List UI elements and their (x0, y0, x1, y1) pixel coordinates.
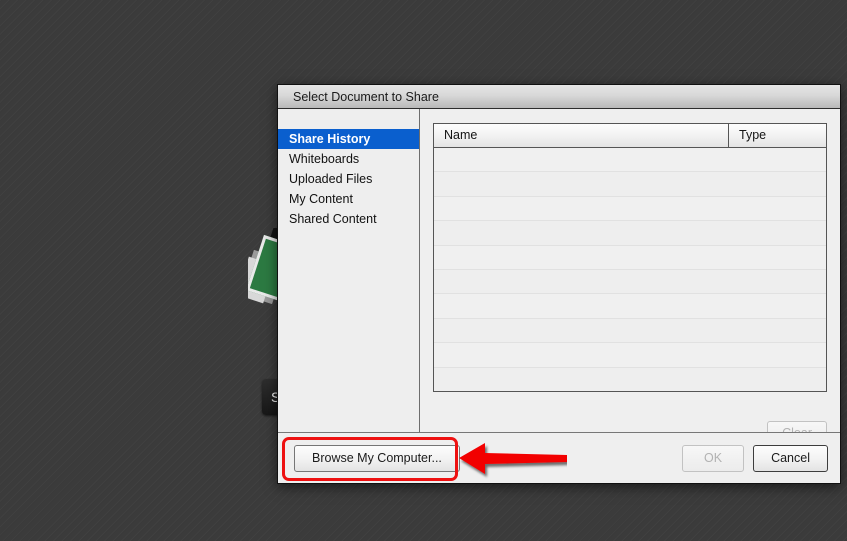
table-row[interactable] (434, 172, 826, 197)
dialog-sidebar: Share History Whiteboards Uploaded Files… (278, 109, 420, 457)
sidebar-item-share-history[interactable]: Share History (278, 129, 419, 149)
table-row[interactable] (434, 221, 826, 246)
sidebar-item-my-content[interactable]: My Content (278, 189, 419, 209)
select-document-dialog: Select Document to Share Share History W… (277, 84, 841, 484)
dialog-footer: Browse My Computer... OK Cancel (278, 432, 840, 483)
table-row[interactable] (434, 269, 826, 295)
browse-my-computer-button[interactable]: Browse My Computer... (294, 444, 460, 472)
footer-action-buttons: OK Cancel (682, 444, 828, 472)
table-row[interactable] (434, 246, 826, 270)
table-row[interactable] (434, 294, 826, 319)
sidebar-item-uploaded-files[interactable]: Uploaded Files (278, 169, 419, 189)
table-row[interactable] (434, 197, 826, 222)
desktop-background: S Select Document to Share Share History… (0, 0, 847, 541)
table-row[interactable] (434, 367, 826, 391)
column-header-name[interactable]: Name (434, 124, 729, 147)
sidebar-item-shared-content[interactable]: Shared Content (278, 209, 419, 229)
table-body (434, 148, 826, 391)
dialog-title: Select Document to Share (293, 89, 439, 104)
table-header-row: Name Type (434, 124, 826, 148)
dialog-titlebar: Select Document to Share (278, 85, 840, 109)
sidebar-item-whiteboards[interactable]: Whiteboards (278, 149, 419, 169)
document-table[interactable]: Name Type (433, 123, 827, 392)
table-row[interactable] (434, 148, 826, 173)
table-row[interactable] (434, 318, 826, 344)
cancel-button[interactable]: Cancel (753, 444, 828, 472)
column-header-type[interactable]: Type (729, 124, 826, 147)
table-row[interactable] (434, 343, 826, 368)
ok-button[interactable]: OK (682, 444, 745, 472)
dialog-content-pane: Name Type (420, 109, 840, 457)
dialog-body: Share History Whiteboards Uploaded Files… (278, 109, 840, 457)
